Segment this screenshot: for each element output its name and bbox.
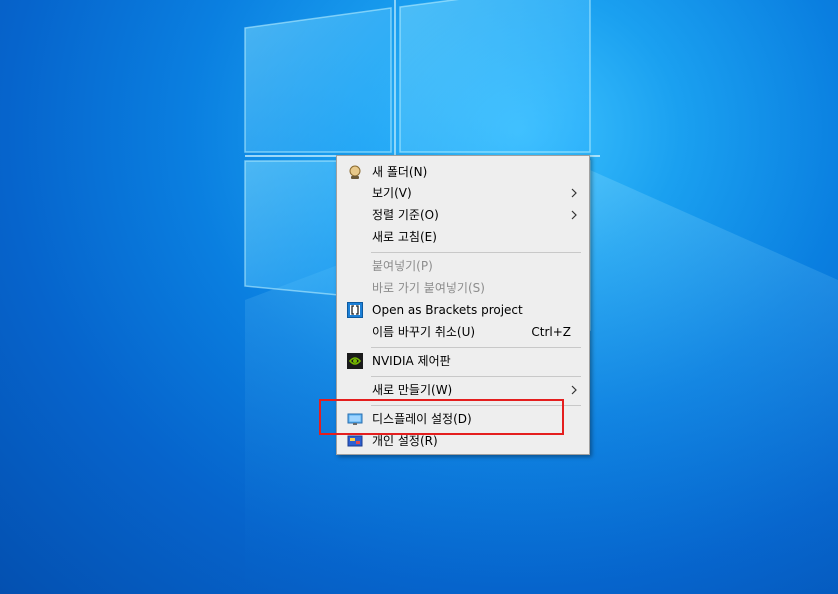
menu-item-open-brackets[interactable]: Open as Brackets project [339,299,587,321]
menu-item-label: 새로 만들기(W) [372,383,453,397]
menu-item-undo-rename[interactable]: 이름 바꾸기 취소(U) Ctrl+Z [339,321,587,343]
folder-icon [349,165,361,179]
chevron-right-icon [571,385,577,395]
menu-item-label: NVIDIA 제어판 [372,354,451,368]
menu-item-label: 바로 가기 붙여넣기(S) [372,281,485,295]
desktop[interactable]: 새 폴더(N) 보기(V) 정렬 기준(O) 새로 고침(E) 붙여넣기(P) … [0,0,838,594]
brackets-icon [347,302,363,318]
menu-item-nvidia-control-panel[interactable]: NVIDIA 제어판 [339,350,587,372]
menu-item-new-folder[interactable]: 새 폴더(N) [339,161,587,183]
menu-item-label: 이름 바꾸기 취소(U) [372,325,476,339]
personalize-icon [347,435,363,447]
menu-item-new[interactable]: 새로 만들기(W) [339,379,587,401]
menu-item-label: Open as Brackets project [372,303,523,317]
menu-separator [371,376,581,377]
highlight-annotation-box [319,399,564,435]
menu-item-sort-by[interactable]: 정렬 기준(O) [339,204,587,226]
menu-item-refresh[interactable]: 새로 고침(E) [339,226,587,248]
menu-separator [371,347,581,348]
nvidia-icon [347,353,363,369]
chevron-right-icon [571,210,577,220]
chevron-right-icon [571,188,577,198]
menu-item-label: 새 폴더(N) [372,165,428,179]
menu-item-view[interactable]: 보기(V) [339,182,587,204]
menu-item-paste-shortcut[interactable]: 바로 가기 붙여넣기(S) [339,277,587,299]
menu-item-label: 보기(V) [372,186,412,200]
menu-item-shortcut: Ctrl+Z [531,325,571,339]
menu-item-label: 새로 고침(E) [372,230,437,244]
menu-item-label: 정렬 기준(O) [372,208,439,222]
menu-item-paste[interactable]: 붙여넣기(P) [339,255,587,277]
menu-item-label: 붙여넣기(P) [372,259,433,273]
menu-separator [371,252,581,253]
